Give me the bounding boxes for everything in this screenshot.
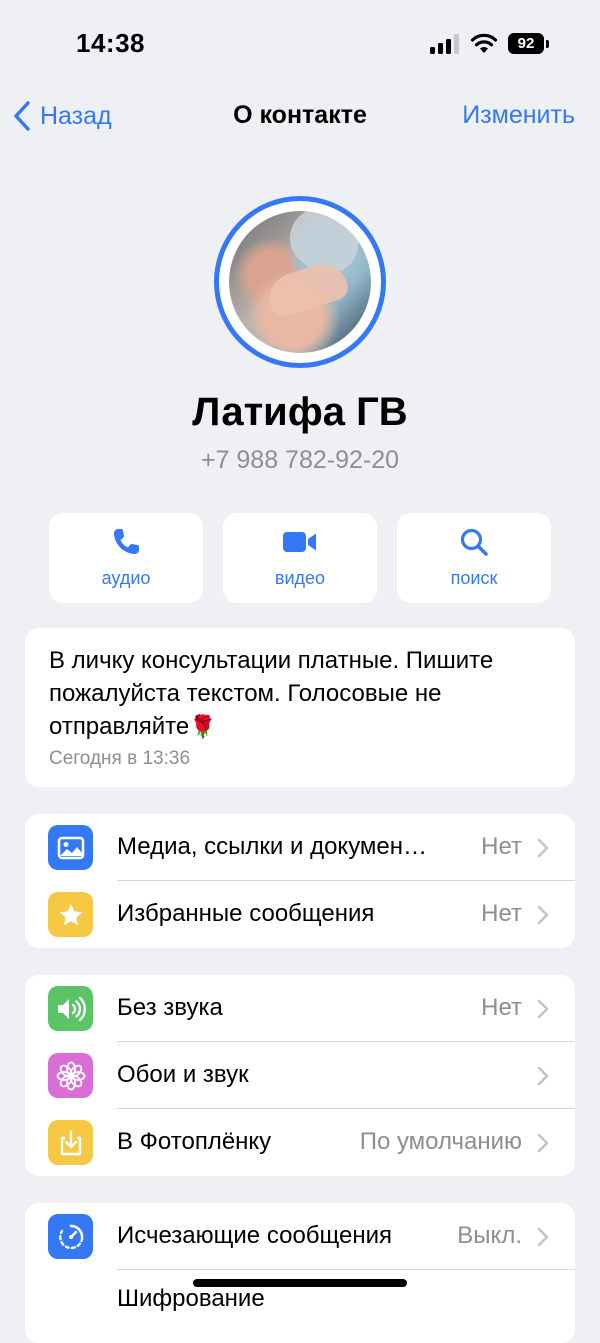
search-label: поиск xyxy=(450,568,498,588)
about-card: В личку консультации платные. Пишите пож… xyxy=(25,628,575,787)
about-text: В личку консультации платные. Пишите пож… xyxy=(49,644,559,743)
media-icon xyxy=(48,825,93,870)
video-call-button[interactable]: видео xyxy=(223,513,377,603)
media-links-docs-row[interactable]: Медиа, ссылки и докумен… Нет xyxy=(25,814,575,881)
row-value: Нет xyxy=(481,900,522,927)
contact-phone[interactable]: +7 988 782-92-20 xyxy=(0,446,600,475)
media-group: Медиа, ссылки и докумен… Нет Избранные с… xyxy=(25,814,575,948)
status-bar: 14:38 92 xyxy=(0,0,600,90)
row-label: Избранные сообщения xyxy=(117,900,375,927)
row-value: Нет xyxy=(481,994,522,1021)
search-button[interactable]: поиск xyxy=(397,513,551,603)
chevron-right-icon xyxy=(537,1227,549,1247)
star-icon xyxy=(48,892,93,937)
rose-emoji: 🌹 xyxy=(189,714,217,739)
row-label: Шифрование xyxy=(117,1285,265,1312)
edit-button[interactable]: Изменить xyxy=(462,101,575,130)
row-label: Медиа, ссылки и докумен… xyxy=(117,833,428,860)
chevron-right-icon xyxy=(537,1066,549,1086)
battery-icon: 92 xyxy=(508,33,544,54)
avatar-ring[interactable] xyxy=(214,196,386,368)
settings-group: Без звука Нет Обои и звук В Фотоплёнку П… xyxy=(25,975,575,1176)
row-label: Обои и звук xyxy=(117,1061,249,1088)
row-value: По умолчанию xyxy=(359,1128,522,1155)
chevron-right-icon xyxy=(537,838,549,858)
timer-icon xyxy=(48,1214,93,1259)
row-value: Нет xyxy=(481,833,522,860)
search-icon xyxy=(460,528,488,556)
starred-messages-row[interactable]: Избранные сообщения Нет xyxy=(25,881,575,948)
audio-call-button[interactable]: аудио xyxy=(49,513,203,603)
chevron-right-icon xyxy=(537,905,549,925)
mute-row[interactable]: Без звука Нет xyxy=(25,975,575,1042)
about-date: Сегодня в 13:36 xyxy=(49,748,191,769)
battery-tip xyxy=(546,40,549,48)
row-label: Без звука xyxy=(117,994,223,1021)
download-icon xyxy=(48,1120,93,1165)
save-to-photos-row[interactable]: В Фотоплёнку По умолчанию xyxy=(25,1109,575,1176)
video-label: видео xyxy=(274,568,326,588)
flower-icon xyxy=(48,1053,93,1098)
audio-label: аудио xyxy=(101,568,151,588)
row-value: Выкл. xyxy=(457,1222,522,1249)
chevron-right-icon xyxy=(537,1133,549,1153)
action-buttons: аудио видео поиск xyxy=(49,513,551,603)
about-text-content: В личку консультации платные. Пишите пож… xyxy=(49,647,494,740)
contact-name: Латифа ГВ xyxy=(192,390,408,434)
home-indicator[interactable] xyxy=(193,1279,407,1287)
speaker-icon xyxy=(48,986,93,1031)
disappearing-messages-row[interactable]: Исчезающие сообщения Выкл. xyxy=(25,1203,575,1270)
chevron-right-icon xyxy=(537,999,549,1019)
privacy-group: Исчезающие сообщения Выкл. Шифрование xyxy=(25,1203,575,1343)
avatar[interactable] xyxy=(229,211,371,353)
row-label: Исчезающие сообщения xyxy=(117,1222,393,1249)
status-time: 14:38 xyxy=(76,28,145,58)
row-label: В Фотоплёнку xyxy=(117,1128,272,1155)
wifi-icon xyxy=(470,33,498,53)
phone-icon xyxy=(114,529,139,554)
cellular-signal-icon xyxy=(430,34,460,54)
wallpaper-sound-row[interactable]: Обои и звук xyxy=(25,1042,575,1109)
navigation-bar: Назад О контакте Изменить xyxy=(0,90,600,142)
video-icon xyxy=(283,532,316,552)
